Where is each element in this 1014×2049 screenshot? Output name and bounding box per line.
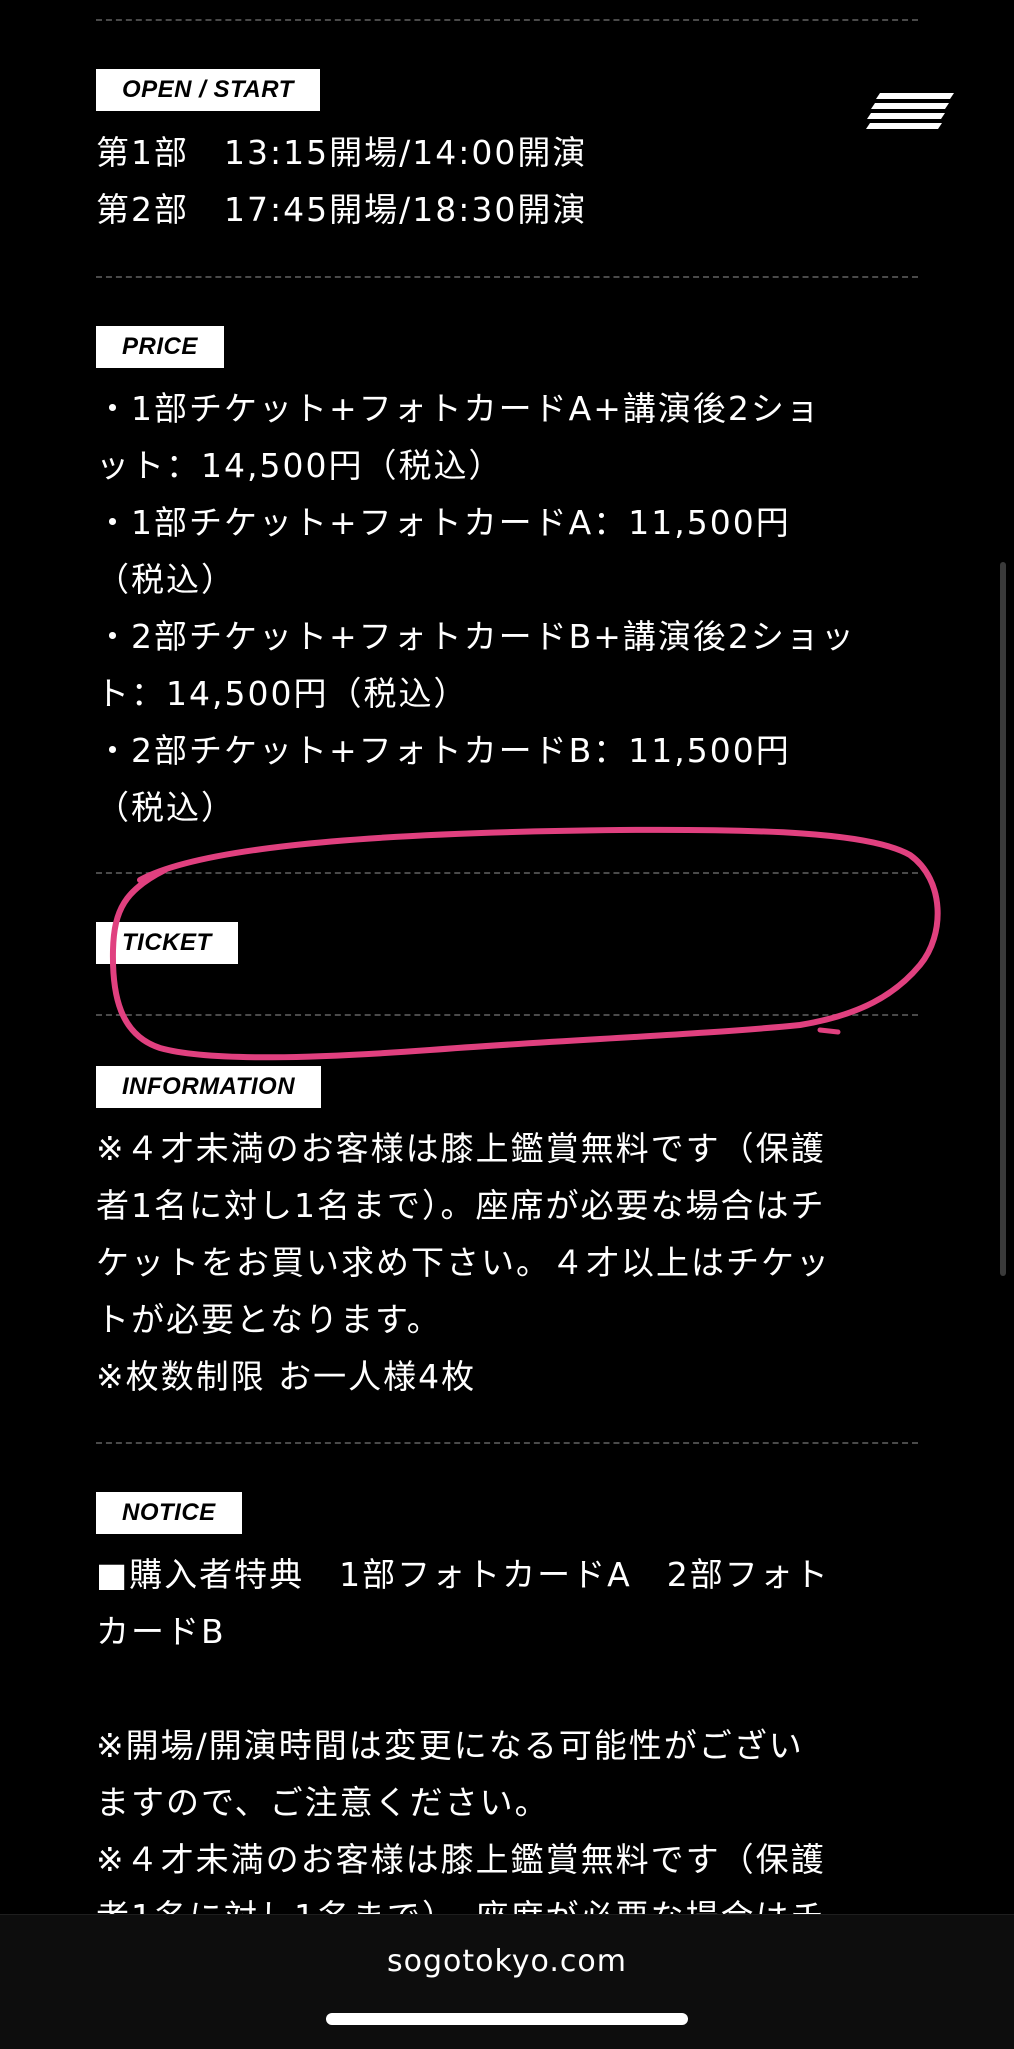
price-label: PRICE bbox=[96, 326, 224, 368]
notice-line: カードB bbox=[96, 1612, 226, 1651]
home-indicator[interactable] bbox=[326, 2013, 688, 2025]
information-line: トが必要となります。 bbox=[96, 1300, 442, 1339]
section-divider bbox=[96, 276, 918, 278]
information-text: ※４才未満のお客様は膝上鑑賞無料です（保護 者1名に対し1名まで）。座席が必要な… bbox=[96, 1120, 926, 1405]
price-line: ・1部チケット+フォトカードA：11,500円 bbox=[96, 503, 791, 542]
information-label: INFORMATION bbox=[96, 1066, 322, 1108]
schedule-line: 第2部 17:45開場/18:30開演 bbox=[96, 190, 588, 229]
notice-line: ※４才未満のお客様は膝上鑑賞無料です（保護 bbox=[96, 1840, 826, 1879]
section-divider bbox=[96, 872, 918, 874]
page-scrollbar[interactable] bbox=[1000, 562, 1006, 1276]
notice-label: NOTICE bbox=[96, 1492, 242, 1534]
open-start-label: OPEN / START bbox=[96, 69, 320, 111]
browser-bottom-bar bbox=[0, 1914, 1014, 2049]
section-divider bbox=[96, 1014, 918, 1016]
price-line: （税込） bbox=[96, 560, 236, 599]
open-start-text: 第1部 13:15開場/14:00開演 第2部 17:45開場/18:30開演 bbox=[96, 124, 926, 238]
information-line: 者1名に対し1名まで）。座席が必要な場合はチ bbox=[96, 1186, 826, 1225]
notice-line: ますので、ご注意ください。 bbox=[96, 1783, 550, 1822]
information-line: ※枚数制限 お一人様4枚 bbox=[96, 1357, 477, 1396]
section-divider bbox=[96, 19, 918, 21]
price-line: ト：14,500円（税込） bbox=[96, 674, 469, 713]
notice-line: ※開場/開演時間は変更になる可能性がござい bbox=[96, 1726, 804, 1765]
price-line: ・2部チケット+フォトカードB+講演後2ショッ bbox=[96, 617, 856, 656]
notice-line bbox=[96, 1660, 926, 1717]
section-divider bbox=[96, 1442, 918, 1444]
information-line: ※４才未満のお客様は膝上鑑賞無料です（保護 bbox=[96, 1129, 826, 1168]
notice-text: ■購入者特典 1部フォトカードA 2部フォト カードB ※開場/開演時間は変更に… bbox=[96, 1546, 926, 1945]
price-line: ット：14,500円（税込） bbox=[96, 446, 504, 485]
url-label[interactable]: sogotokyo.com bbox=[0, 1944, 1014, 1979]
hamburger-menu-icon[interactable] bbox=[866, 93, 954, 129]
ticket-label: TICKET bbox=[96, 922, 238, 964]
price-line: ・1部チケット+フォトカードA+講演後2ショ bbox=[96, 389, 821, 428]
price-line: ・2部チケット+フォトカードB：11,500円 bbox=[96, 731, 791, 770]
price-line: （税込） bbox=[96, 788, 236, 827]
price-text: ・1部チケット+フォトカードA+講演後2ショ ット：14,500円（税込） ・1… bbox=[96, 380, 926, 836]
notice-line: ■購入者特典 1部フォトカードA 2部フォト bbox=[96, 1555, 830, 1594]
schedule-line: 第1部 13:15開場/14:00開演 bbox=[96, 133, 588, 172]
information-line: ケットをお買い求め下さい。４才以上はチケッ bbox=[96, 1243, 831, 1282]
